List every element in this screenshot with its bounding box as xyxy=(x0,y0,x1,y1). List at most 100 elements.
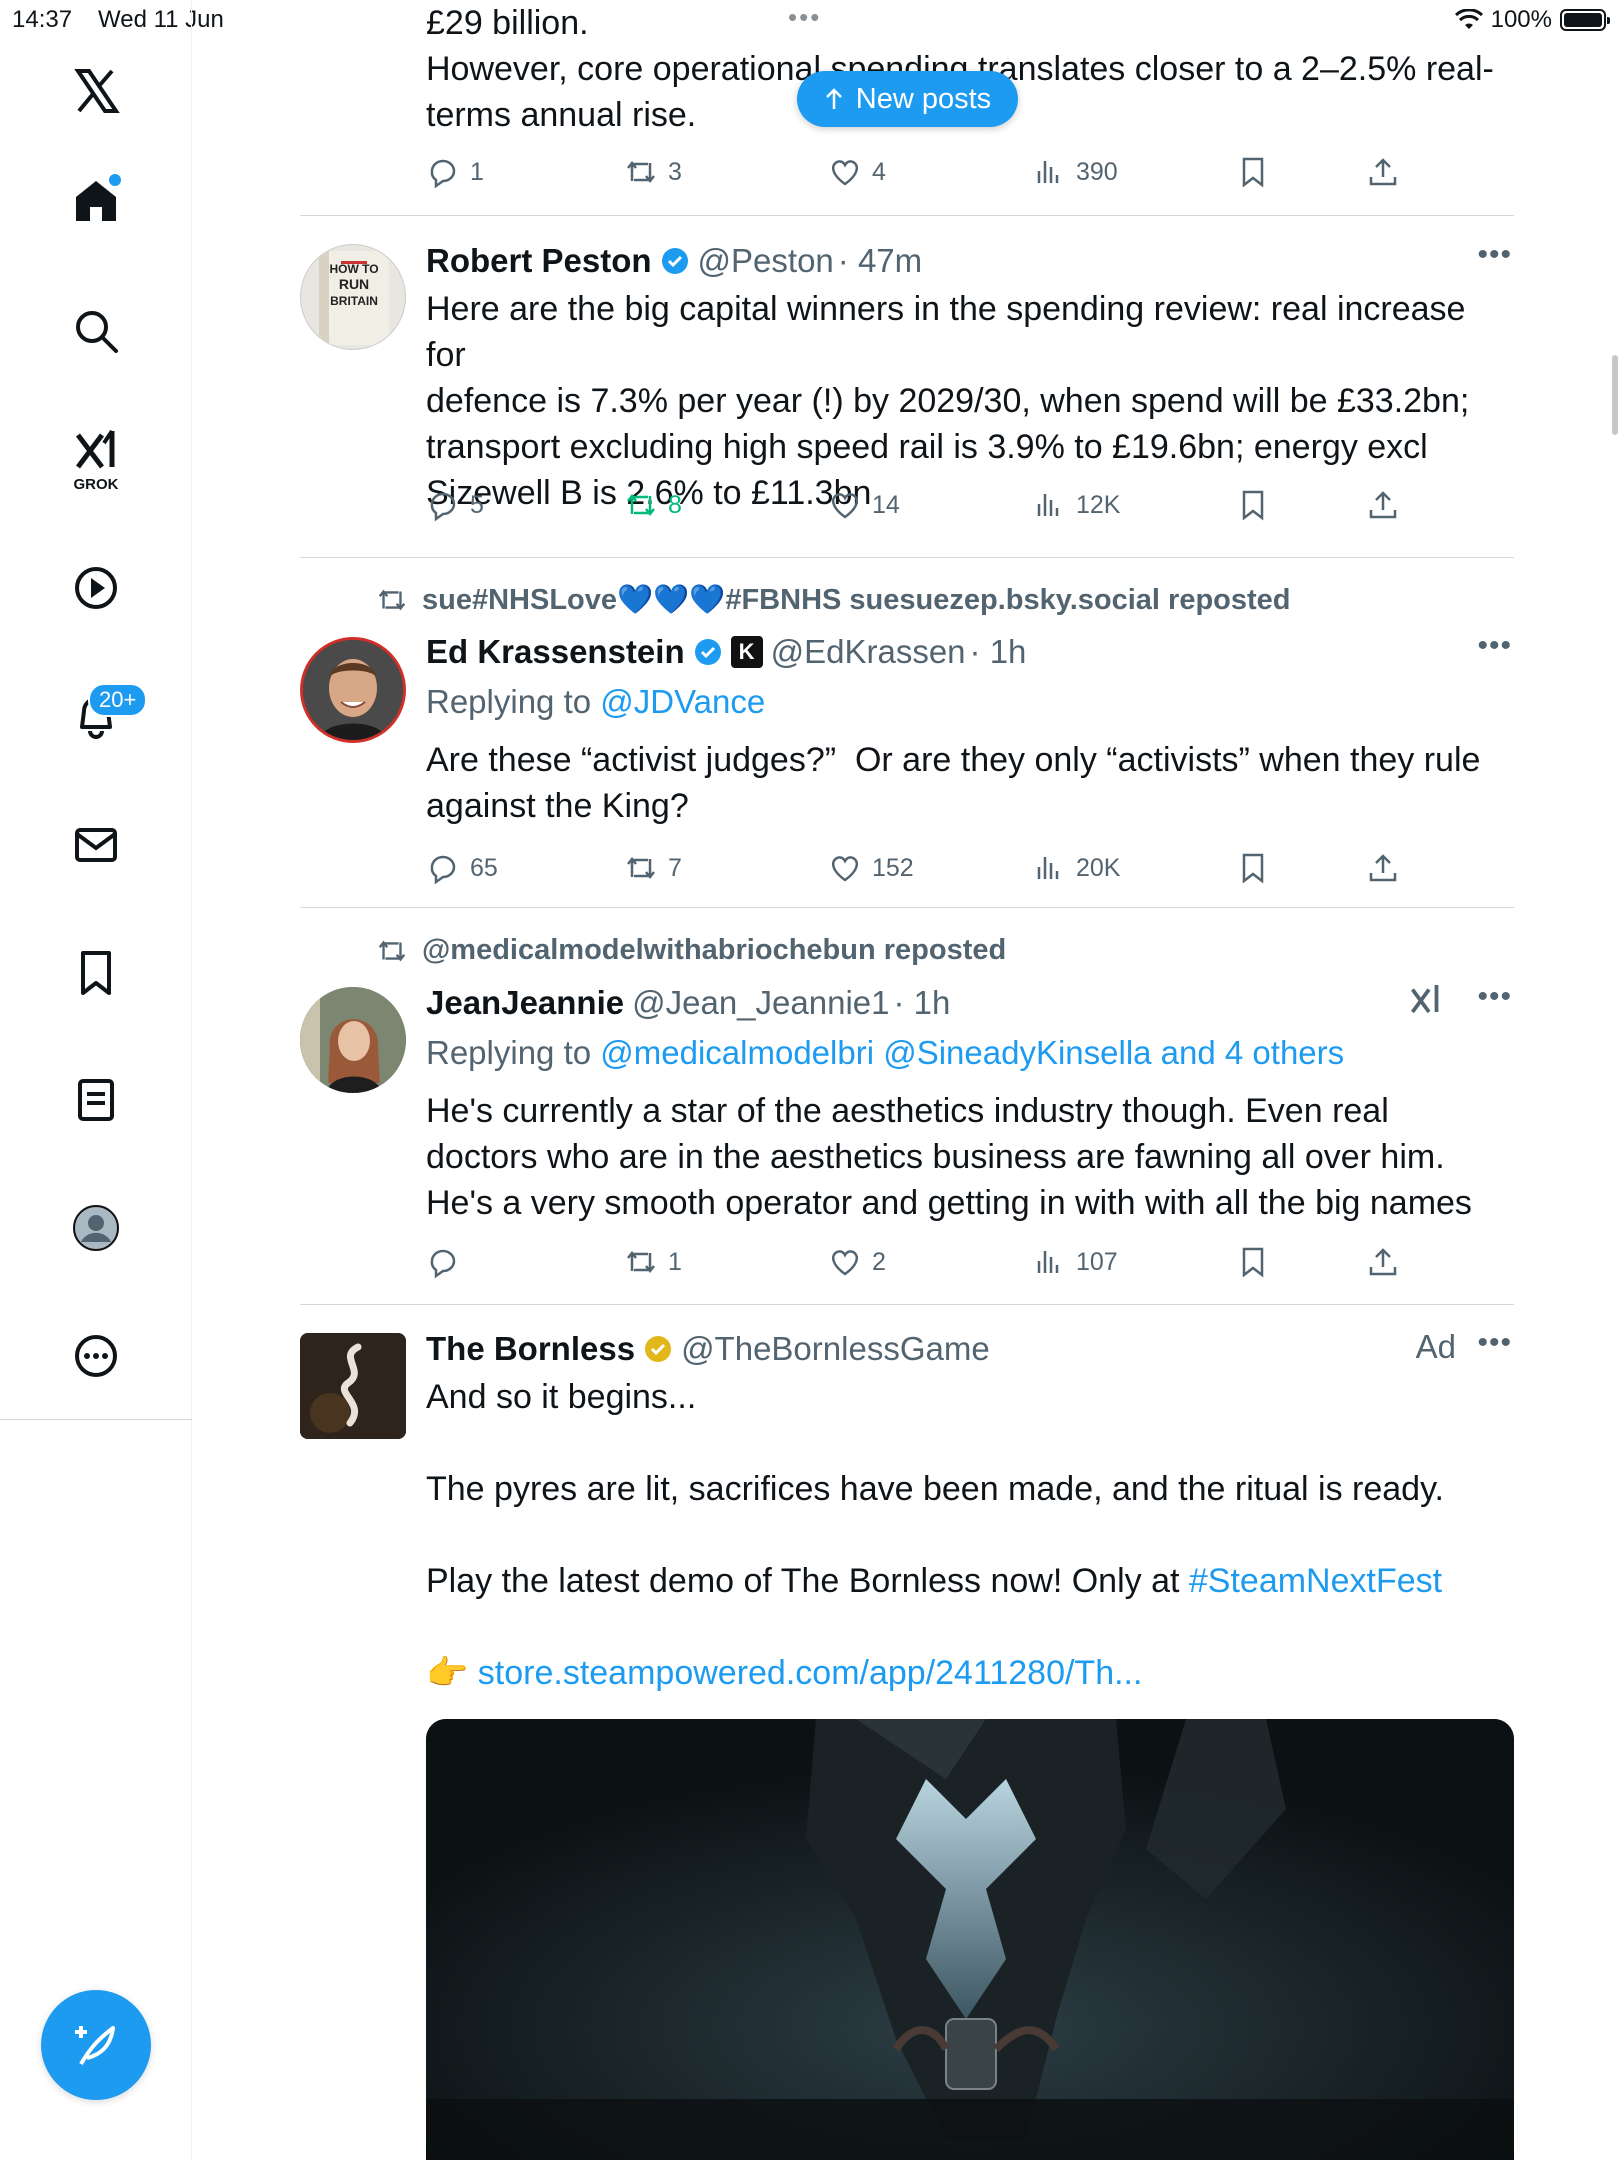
scrollbar[interactable] xyxy=(1612,355,1618,435)
views-button[interactable]: 12K xyxy=(1032,488,1120,522)
views-icon xyxy=(1037,857,1059,879)
tweet-text-line: Play the latest demo of The Bornless now… xyxy=(426,1558,1514,1604)
like-count: 152 xyxy=(872,853,914,882)
affiliate-badge-icon[interactable]: K xyxy=(730,636,763,668)
reply-button[interactable]: 65 xyxy=(426,851,498,885)
ad-media-video[interactable] xyxy=(426,1719,1514,2160)
replying-to-label: Replying to xyxy=(426,1034,601,1071)
new-posts-pill[interactable]: New posts xyxy=(797,71,1018,127)
repost-button[interactable]: 8 xyxy=(624,488,682,522)
reply-icon xyxy=(430,1249,456,1279)
author-name[interactable]: Ed Krassenstein xyxy=(426,633,685,671)
like-button[interactable]: 152 xyxy=(828,851,914,885)
share-button[interactable] xyxy=(1366,1245,1400,1279)
reposted-by[interactable]: sue#NHSLove💙💙💙#FBNHS suesuezep.bsky.soci… xyxy=(422,583,1291,617)
repost-icon xyxy=(378,589,406,611)
share-icon xyxy=(1369,158,1397,186)
views-count: 12K xyxy=(1076,490,1121,519)
bookmark-button[interactable] xyxy=(1236,1245,1270,1279)
verified-badge-icon xyxy=(660,246,690,276)
like-button[interactable]: 2 xyxy=(828,1245,886,1279)
tweet-actions: 65 7 152 20K xyxy=(426,851,1514,897)
tweet-divider xyxy=(300,907,1514,908)
author-name[interactable]: Robert Peston xyxy=(426,242,652,280)
more-options-button[interactable]: ••• xyxy=(1477,629,1512,663)
tweet-text-line: against the King? xyxy=(426,787,689,825)
author-handle[interactable]: @Jean_Jeannie1 xyxy=(632,984,889,1022)
grok-icon[interactable] xyxy=(65,420,127,482)
bookmark-icon xyxy=(1242,157,1264,188)
author-name[interactable]: JeanJeannie xyxy=(426,984,624,1022)
heart-icon xyxy=(831,1250,859,1276)
svg-text:RUN: RUN xyxy=(339,276,369,292)
bookmarks-icon[interactable] xyxy=(65,942,127,1004)
bookmark-button[interactable] xyxy=(1236,851,1270,885)
share-icon xyxy=(1369,491,1397,519)
bookmark-button[interactable] xyxy=(1236,155,1270,189)
views-count: 20K xyxy=(1076,853,1121,882)
more-options-button[interactable]: ••• xyxy=(1477,1326,1512,1360)
repost-button[interactable]: 7 xyxy=(624,851,682,885)
author-handle[interactable]: @Peston xyxy=(698,242,834,280)
reply-button[interactable]: 5 xyxy=(426,488,484,522)
tweet-divider xyxy=(300,215,1514,216)
bookmark-button[interactable] xyxy=(1236,488,1270,522)
views-button[interactable]: 20K xyxy=(1032,851,1120,885)
author-handle[interactable]: @TheBornlessGame xyxy=(681,1330,990,1368)
search-icon[interactable] xyxy=(65,300,127,362)
views-button[interactable]: 107 xyxy=(1032,1245,1118,1279)
avatar[interactable] xyxy=(300,637,406,743)
external-link[interactable]: store.steampowered.com/app/2411280/Th... xyxy=(478,1654,1143,1692)
compose-post-button[interactable] xyxy=(41,1990,151,2100)
like-button[interactable]: 4 xyxy=(828,155,886,189)
avatar[interactable] xyxy=(300,987,406,1093)
pointing-hand-emoji: 👉 xyxy=(426,1654,469,1692)
tweet-text-line: He's a very smooth operator and getting … xyxy=(426,1184,1472,1222)
avatar[interactable] xyxy=(300,1333,406,1439)
reposted-by[interactable]: @medicalmodelwithabriochebun reposted xyxy=(422,934,1006,967)
tweet-actions: 1 2 107 xyxy=(426,1245,1514,1291)
share-button[interactable] xyxy=(1366,851,1400,885)
profile-icon[interactable] xyxy=(65,1197,127,1259)
views-button[interactable]: 390 xyxy=(1032,155,1118,189)
svg-text:HOW TO: HOW TO xyxy=(329,262,378,276)
like-button[interactable]: 14 xyxy=(828,488,900,522)
tweet-actions: 5 8 14 12K xyxy=(426,488,1514,534)
messages-icon[interactable] xyxy=(65,814,127,876)
tweet-time[interactable]: · 47m xyxy=(838,242,922,280)
reply-icon xyxy=(430,855,456,885)
replying-to-handle[interactable]: @JDVance xyxy=(600,683,765,720)
battery-icon xyxy=(1560,9,1610,31)
repost-button[interactable]: 3 xyxy=(624,155,682,189)
tweet-header: Robert Peston @Peston · 47m xyxy=(426,238,1514,284)
author-handle[interactable]: @EdKrassen xyxy=(771,633,966,671)
x-logo-icon[interactable] xyxy=(65,60,127,122)
reply-button[interactable] xyxy=(426,1245,470,1279)
like-count: 14 xyxy=(872,490,900,519)
author-name[interactable]: The Bornless xyxy=(426,1330,635,1368)
more-options-button[interactable]: ••• xyxy=(1477,238,1512,272)
video-icon[interactable] xyxy=(65,557,127,619)
more-options-button[interactable]: ••• xyxy=(1477,980,1512,1014)
repost-header: sue#NHSLove💙💙💙#FBNHS suesuezep.bsky.soci… xyxy=(376,583,1291,617)
sidebar: GROK 20+ xyxy=(0,0,192,2160)
lists-icon[interactable] xyxy=(65,1069,127,1131)
tweet-time[interactable]: · 1h xyxy=(894,984,951,1022)
replying-to-handles[interactable]: @medicalmodelbri @SineadyKinsella and 4 … xyxy=(600,1034,1344,1071)
tweet-time[interactable]: · 1h xyxy=(970,633,1027,671)
tweet-text-line: Are these “activist judges?” Or are they… xyxy=(426,741,1481,779)
tweet-text-line: He's currently a star of the aesthetics … xyxy=(426,1092,1389,1130)
views-icon xyxy=(1037,494,1059,516)
views-count: 107 xyxy=(1076,1247,1118,1276)
repost-button[interactable]: 1 xyxy=(624,1245,682,1279)
hashtag-link[interactable]: #SteamNextFest xyxy=(1189,1562,1442,1600)
home-icon[interactable] xyxy=(65,170,127,232)
reply-button[interactable]: 1 xyxy=(426,155,484,189)
share-button[interactable] xyxy=(1366,488,1400,522)
tweet-text-line: defence is 7.3% per year (!) by 2029/30,… xyxy=(426,382,1470,420)
grok-explain-icon[interactable] xyxy=(1408,982,1444,1023)
more-options-icon[interactable] xyxy=(65,1325,127,1387)
avatar[interactable]: HOW TO RUN BRITAIN xyxy=(300,244,406,350)
views-count: 390 xyxy=(1076,157,1118,186)
share-button[interactable] xyxy=(1366,155,1400,189)
